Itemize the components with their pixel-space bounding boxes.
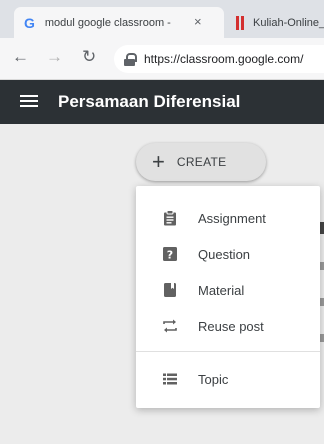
create-label: CREATE (176, 155, 227, 169)
menu-item-label: Material (198, 282, 245, 298)
menu-item-label: Question (198, 246, 251, 262)
question-icon: ? (163, 247, 177, 262)
menu-item-label: Reuse post (198, 318, 264, 334)
site-logo-icon (236, 15, 244, 30)
close-icon[interactable]: × (194, 14, 202, 29)
menu-item-label: Assignment (198, 210, 266, 226)
menu-item-material[interactable]: Material (136, 272, 320, 308)
tab-title: modul google classroom - (44, 16, 171, 29)
browser-tab[interactable]: Kuliah-Online_ (226, 7, 324, 38)
back-arrow-icon[interactable]: ← (12, 47, 29, 67)
lock-icon (124, 52, 137, 66)
app-header: Persamaan Diferensial (0, 80, 324, 124)
topic-icon (163, 373, 177, 385)
tab-title: Kuliah-Online_ (253, 16, 324, 29)
url-input[interactable]: https://classroom.google.com/ (114, 45, 324, 73)
address-bar-row: ← → ↻ https://classroom.google.com/ (0, 38, 324, 80)
menu-item-label: Topic (198, 371, 229, 387)
material-icon (164, 283, 176, 297)
create-menu: Assignment ? Question Material Reuse pos… (136, 186, 320, 408)
google-icon: G (24, 14, 35, 31)
create-button[interactable]: + CREATE (136, 143, 266, 181)
reload-icon[interactable]: ↻ (82, 47, 96, 67)
hamburger-icon[interactable] (20, 95, 38, 108)
forward-arrow-icon[interactable]: → (46, 47, 63, 67)
menu-item-assignment[interactable]: Assignment (136, 200, 320, 236)
plus-icon: + (152, 149, 165, 174)
class-title[interactable]: Persamaan Diferensial (58, 92, 240, 112)
menu-item-question[interactable]: ? Question (136, 236, 320, 272)
url-text: https://classroom.google.com/ (144, 52, 304, 66)
menu-divider (136, 351, 320, 352)
assignment-icon (164, 210, 176, 226)
menu-item-reuse-post[interactable]: Reuse post (136, 308, 320, 344)
reuse-icon (163, 319, 177, 333)
browser-tab-active[interactable]: G modul google classroom - × (14, 7, 224, 38)
menu-item-topic[interactable]: Topic (136, 361, 320, 397)
svg-text:?: ? (167, 249, 173, 262)
browser-tab-strip: G modul google classroom - × Kuliah-Onli… (0, 0, 324, 38)
